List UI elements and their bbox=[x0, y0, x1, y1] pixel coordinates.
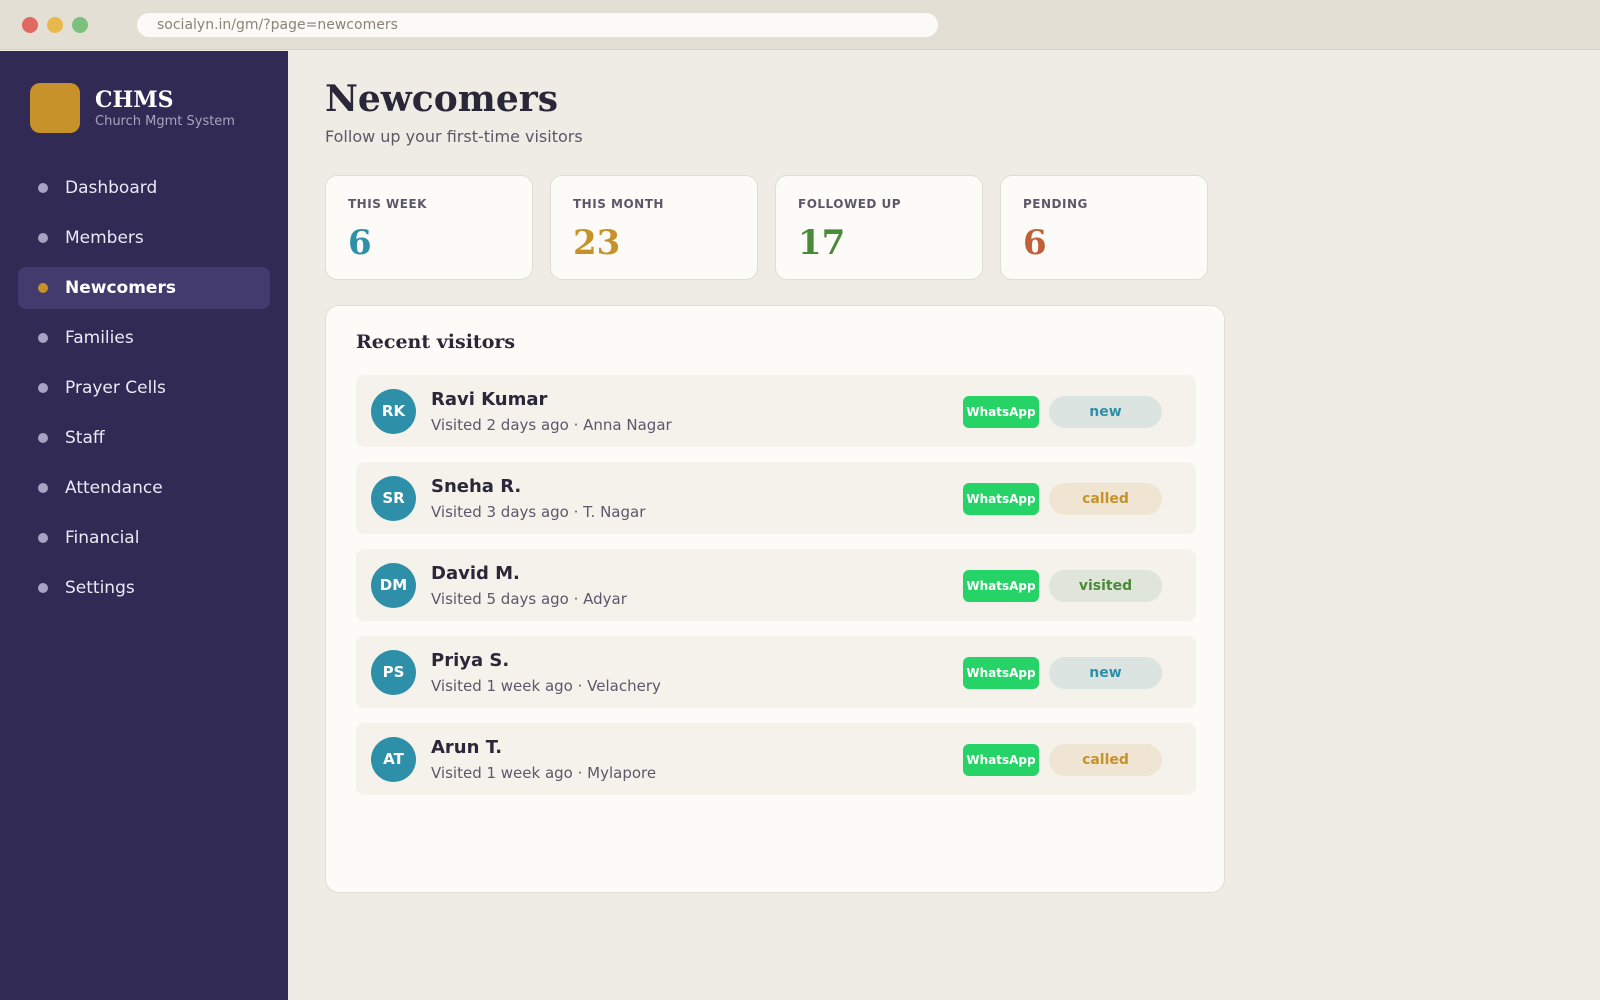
sidebar-item-staff[interactable]: Staff bbox=[18, 417, 270, 459]
status-badge: new bbox=[1049, 396, 1162, 428]
sidebar-item-label: Prayer Cells bbox=[65, 378, 166, 398]
visitor-meta: Visited 1 week ago · Mylapore bbox=[431, 764, 657, 782]
sidebar-item-settings[interactable]: Settings bbox=[18, 567, 270, 609]
stat-label: PENDING bbox=[1023, 197, 1088, 211]
avatar: SR bbox=[371, 476, 416, 521]
sidebar-item-label: Attendance bbox=[65, 478, 163, 498]
bullet-icon bbox=[38, 583, 48, 593]
visitor-row[interactable]: AT Arun T. Visited 1 week ago · Mylapore… bbox=[356, 723, 1196, 795]
sidebar-item-members[interactable]: Members bbox=[18, 217, 270, 259]
bullet-icon bbox=[38, 383, 48, 393]
address-bar[interactable]: socialyn.in/gm/?page=newcomers bbox=[137, 13, 938, 37]
visitor-meta: Visited 3 days ago · T. Nagar bbox=[431, 503, 646, 521]
stat-label: THIS WEEK bbox=[348, 197, 427, 211]
visitor-row[interactable]: SR Sneha R. Visited 3 days ago · T. Naga… bbox=[356, 462, 1196, 534]
sidebar-item-attendance[interactable]: Attendance bbox=[18, 467, 270, 509]
maximize-window-icon[interactable] bbox=[72, 17, 88, 33]
avatar: DM bbox=[371, 563, 416, 608]
bullet-icon bbox=[38, 533, 48, 543]
status-badge: called bbox=[1049, 483, 1162, 515]
page-subtitle: Follow up your first-time visitors bbox=[325, 127, 583, 146]
stat-card-this-week: THIS WEEK 6 bbox=[325, 175, 533, 280]
sidebar-item-prayer-cells[interactable]: Prayer Cells bbox=[18, 367, 270, 409]
stat-card-pending: PENDING 6 bbox=[1000, 175, 1208, 280]
whatsapp-button[interactable]: WhatsApp bbox=[963, 570, 1039, 602]
sidebar-item-label: Staff bbox=[65, 428, 105, 448]
sidebar-item-label: Members bbox=[65, 228, 144, 248]
visitor-row[interactable]: DM David M. Visited 5 days ago · Adyar W… bbox=[356, 549, 1196, 621]
visitor-meta: Visited 1 week ago · Velachery bbox=[431, 677, 661, 695]
brand-name: CHMS bbox=[95, 87, 174, 113]
page-title: Newcomers bbox=[325, 78, 558, 120]
stat-value: 6 bbox=[1023, 223, 1047, 263]
sidebar-item-families[interactable]: Families bbox=[18, 317, 270, 359]
sidebar-item-financial[interactable]: Financial bbox=[18, 517, 270, 559]
bullet-icon bbox=[38, 233, 48, 243]
close-window-icon[interactable] bbox=[22, 17, 38, 33]
recent-visitors-panel: Recent visitors RK Ravi Kumar Visited 2 … bbox=[325, 305, 1225, 893]
sidebar: CHMS Church Mgmt System Dashboard Member… bbox=[0, 51, 288, 1000]
visitor-name: Arun T. bbox=[431, 737, 503, 758]
visitor-name: Sneha R. bbox=[431, 476, 522, 497]
sidebar-item-label: Newcomers bbox=[65, 278, 176, 298]
browser-chrome: socialyn.in/gm/?page=newcomers bbox=[0, 0, 1600, 50]
sidebar-item-label: Settings bbox=[65, 578, 135, 598]
visitor-name: Priya S. bbox=[431, 650, 510, 671]
avatar: PS bbox=[371, 650, 416, 695]
stat-value: 17 bbox=[798, 223, 846, 263]
stat-card-this-month: THIS MONTH 23 bbox=[550, 175, 758, 280]
sidebar-item-label: Financial bbox=[65, 528, 140, 548]
stat-label: THIS MONTH bbox=[573, 197, 664, 211]
whatsapp-button[interactable]: WhatsApp bbox=[963, 396, 1039, 428]
brand-subtitle: Church Mgmt System bbox=[95, 114, 235, 129]
stat-label: FOLLOWED UP bbox=[798, 197, 902, 211]
avatar: RK bbox=[371, 389, 416, 434]
visitor-meta: Visited 5 days ago · Adyar bbox=[431, 590, 627, 608]
bullet-icon bbox=[38, 283, 48, 293]
stat-card-followed-up: FOLLOWED UP 17 bbox=[775, 175, 983, 280]
status-badge: called bbox=[1049, 744, 1162, 776]
visitor-name: Ravi Kumar bbox=[431, 389, 548, 410]
visitor-row[interactable]: RK Ravi Kumar Visited 2 days ago · Anna … bbox=[356, 375, 1196, 447]
whatsapp-button[interactable]: WhatsApp bbox=[963, 483, 1039, 515]
bullet-icon bbox=[38, 333, 48, 343]
whatsapp-button[interactable]: WhatsApp bbox=[963, 744, 1039, 776]
avatar: AT bbox=[371, 737, 416, 782]
bullet-icon bbox=[38, 433, 48, 443]
sidebar-item-label: Dashboard bbox=[65, 178, 158, 198]
logo-icon bbox=[30, 83, 80, 133]
sidebar-item-label: Families bbox=[65, 328, 134, 348]
panel-title: Recent visitors bbox=[356, 331, 516, 353]
bullet-icon bbox=[38, 483, 48, 493]
sidebar-item-newcomers[interactable]: Newcomers bbox=[18, 267, 270, 309]
visitor-row[interactable]: PS Priya S. Visited 1 week ago · Velache… bbox=[356, 636, 1196, 708]
whatsapp-button[interactable]: WhatsApp bbox=[963, 657, 1039, 689]
stat-value: 23 bbox=[573, 223, 621, 263]
minimize-window-icon[interactable] bbox=[47, 17, 63, 33]
bullet-icon bbox=[38, 183, 48, 193]
visitor-meta: Visited 2 days ago · Anna Nagar bbox=[431, 416, 672, 434]
visitor-name: David M. bbox=[431, 563, 520, 584]
status-badge: new bbox=[1049, 657, 1162, 689]
status-badge: visited bbox=[1049, 570, 1162, 602]
sidebar-item-dashboard[interactable]: Dashboard bbox=[18, 167, 270, 209]
stat-value: 6 bbox=[348, 223, 372, 263]
